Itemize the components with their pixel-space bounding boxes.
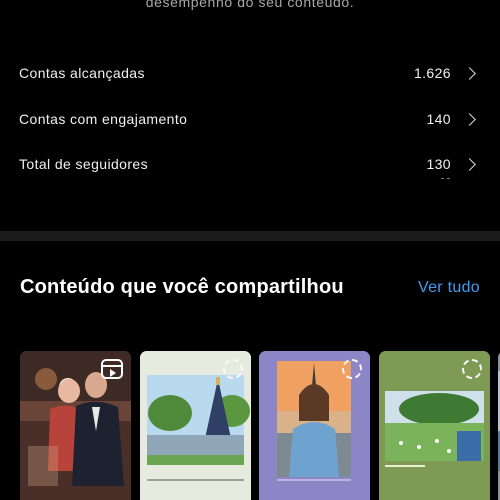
stat-label: Total de seguidores [19,156,149,172]
stat-row-accounts-reached[interactable]: Contas alcançadas 1.626 [19,58,478,88]
chevron-right-icon [463,66,476,80]
stat-label: Contas alcançadas [19,65,145,81]
loading-icon [462,359,482,379]
section-subtitle: desempenho do seu conteúdo. [145,0,355,10]
content-thumbnail-story[interactable] [259,351,370,500]
stat-row-accounts-engaged[interactable]: Contas com engajamento 140 [19,104,478,134]
section-divider [0,231,500,241]
stat-row-total-followers[interactable]: Total de seguidores 130 [19,149,478,179]
content-thumbnail-story[interactable] [379,351,490,500]
content-thumbnail-reel[interactable] [20,351,131,500]
more-indicator [441,178,451,180]
loading-icon [342,359,362,379]
chevron-right-icon [463,157,476,171]
stat-value: 130 [426,156,451,172]
section-title: Conteúdo que você compartilhou [20,276,344,298]
chevron-right-icon [463,112,476,126]
stat-value: 140 [426,111,451,127]
stat-label: Contas com engajamento [19,111,188,127]
content-thumbnail-story[interactable] [140,351,251,500]
reels-icon [101,359,123,379]
loading-icon [223,359,243,379]
stat-value: 1.626 [413,65,451,81]
see-all-link[interactable]: Ver tudo [418,279,480,297]
